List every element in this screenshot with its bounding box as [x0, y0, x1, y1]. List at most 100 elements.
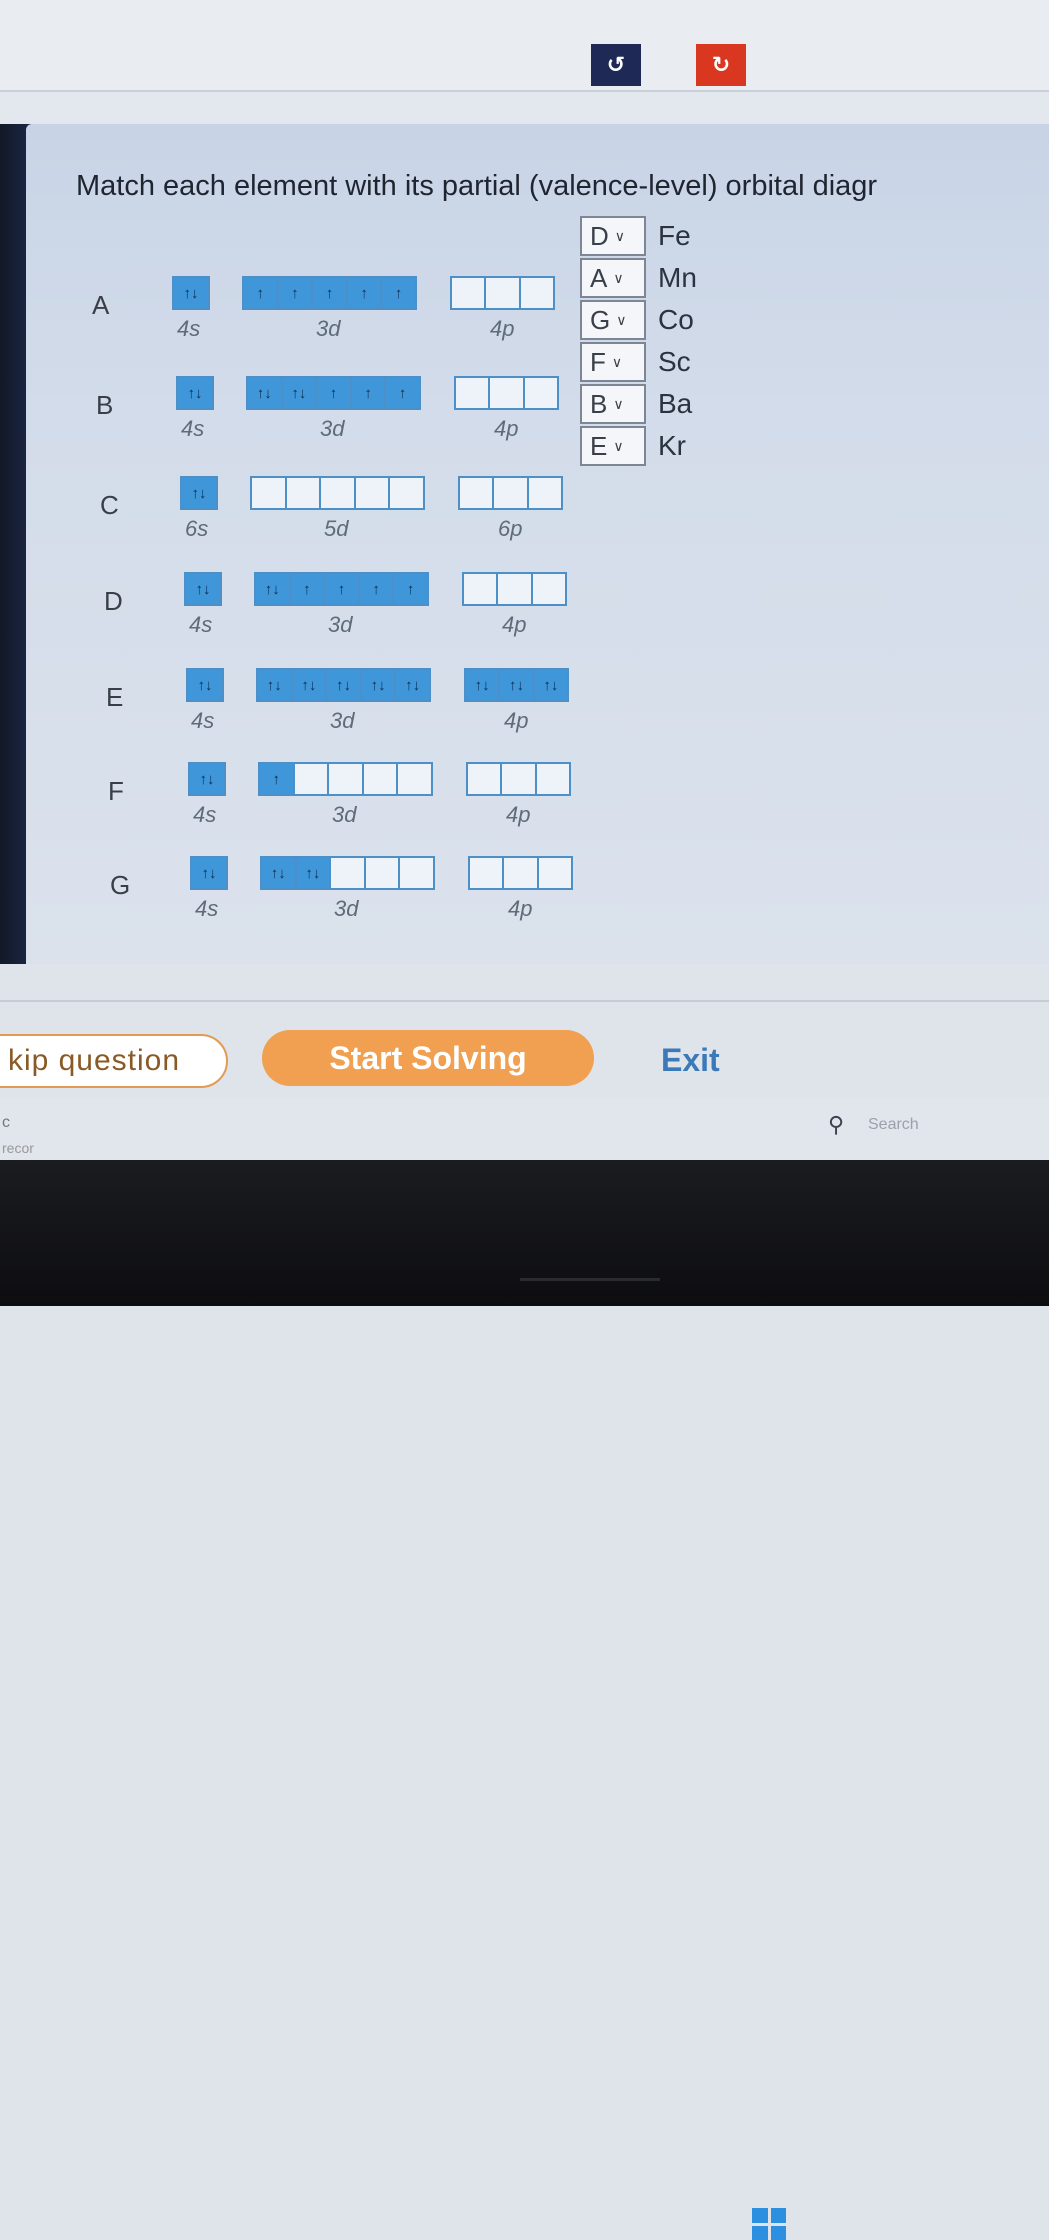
d-orbital-box: ↑↓ ↑↓ ↑ ↑ ↑: [246, 376, 421, 410]
d-orbital-box: ↑↓ ↑↓: [260, 856, 435, 890]
d-orbital-label: 3d: [320, 416, 345, 441]
s-orbital-box: ↑↓: [180, 476, 218, 510]
taskbar-search-input[interactable]: Search: [868, 1116, 919, 1134]
orbital-cell: [331, 858, 366, 888]
match-row: E ∨ Kr: [580, 426, 720, 466]
orbital-cell: [366, 858, 401, 888]
element-symbol: Sc: [658, 346, 691, 377]
p-orbital-box: [462, 572, 567, 606]
d-orbital-label: 3d: [332, 802, 357, 827]
redo-icon[interactable]: ↻: [696, 44, 746, 86]
chevron-down-icon: ∨: [611, 353, 623, 370]
exit-link[interactable]: Exit: [661, 1042, 720, 1079]
d-orbital-box: ↑↓ ↑ ↑ ↑ ↑: [254, 572, 429, 606]
p-orbital-box: [450, 276, 555, 310]
orbital-cell: ↑↓: [396, 670, 429, 700]
orbital-cell: ↑: [359, 574, 395, 604]
orbital-cell: [364, 764, 399, 794]
question-prompt: Match each element with its partial (val…: [76, 170, 878, 202]
s-orbital-box: ↑↓: [186, 668, 224, 702]
match-dropdown[interactable]: B ∨: [580, 384, 646, 424]
orbital-cell: [521, 278, 553, 308]
match-row: G ∨ Co: [580, 300, 720, 340]
d-orbital-label: 3d: [334, 896, 359, 921]
start-solving-button[interactable]: Start Solving: [262, 1030, 594, 1086]
d-orbital-box: ↑ ↑ ↑ ↑ ↑: [242, 276, 417, 310]
orbital-cell: [287, 478, 322, 508]
d-orbital-label: 3d: [328, 612, 353, 637]
orbital-cell: ↑: [382, 278, 415, 308]
match-dropdown[interactable]: A ∨: [580, 258, 646, 298]
p-orbital-label: 4p: [494, 416, 519, 441]
p-orbital-label: 4p: [504, 708, 529, 733]
dropdown-selected-value: F: [590, 346, 606, 377]
match-dropdown[interactable]: D ∨: [580, 216, 646, 256]
dropdown-selected-value: G: [590, 304, 611, 335]
p-orbital-label: 4p: [490, 316, 515, 341]
match-row: D ∨ Fe: [580, 216, 720, 256]
orbital-cell: ↑↓: [327, 670, 362, 700]
orbital-cell: ↑: [260, 764, 295, 794]
orbital-cell: [533, 574, 565, 604]
orbital-cell: ↑↓: [258, 670, 293, 700]
orbital-cell: ↑: [394, 574, 427, 604]
row-letter: B: [96, 390, 114, 420]
orbital-cell: [502, 764, 537, 794]
orbital-cell: [252, 478, 287, 508]
s-orbital-label: 4s: [177, 316, 201, 341]
row-letter: E: [106, 682, 124, 712]
orbital-cell: ↑: [386, 378, 419, 408]
orbital-cell: [470, 858, 505, 888]
orbital-cell: [537, 764, 569, 794]
dropdown-selected-value: E: [590, 430, 608, 461]
orbital-cell: [486, 278, 521, 308]
orbital-cell: ↑: [313, 278, 348, 308]
match-dropdown[interactable]: F ∨: [580, 342, 646, 382]
chevron-down-icon: ∨: [613, 269, 624, 286]
left-taskbar-subtext: recor: [2, 1140, 34, 1156]
row-letter: D: [104, 586, 123, 616]
orbital-cell: [321, 478, 356, 508]
p-orbital-label: 6p: [498, 516, 523, 541]
s-orbital-label: 4s: [193, 802, 217, 827]
orbital-cell: ↑↓: [248, 378, 283, 408]
windows-start-icon[interactable]: [752, 2208, 786, 2240]
match-dropdown[interactable]: E ∨: [580, 426, 646, 466]
dropdown-selected-value: A: [590, 262, 608, 293]
orbital-cell: [490, 378, 525, 408]
d-orbital-label: 3d: [316, 316, 341, 341]
orbital-cell: ↑↓: [190, 764, 224, 794]
orbital-cell: [525, 378, 557, 408]
orbital-cell: [468, 764, 503, 794]
orbital-cell: [456, 378, 491, 408]
s-orbital-label: 4s: [191, 708, 215, 733]
match-dropdown[interactable]: G ∨: [580, 300, 646, 340]
orbital-cell: [464, 574, 499, 604]
s-orbital-label: 6s: [185, 516, 209, 541]
element-symbol: Co: [658, 304, 694, 335]
orbital-cell: ↑↓: [174, 278, 208, 308]
skip-question-button[interactable]: kip question: [0, 1034, 228, 1088]
orbital-cell: [539, 858, 571, 888]
orbital-cell: ↑↓: [500, 670, 535, 700]
orbital-cell: [498, 574, 533, 604]
orbital-cell: [504, 858, 539, 888]
bezel-highlight: [520, 1278, 660, 1281]
orbital-cell: [529, 478, 561, 508]
orbital-cell: [460, 478, 495, 508]
element-symbol: Fe: [658, 220, 691, 251]
orbital-cell: [400, 858, 433, 888]
p-orbital-label: 4p: [506, 802, 531, 827]
undo-icon[interactable]: ↺: [591, 44, 641, 86]
element-symbol: Kr: [658, 430, 686, 461]
toolbar-divider-strip: [0, 92, 1049, 124]
question-panel: [26, 124, 1049, 964]
orbital-cell: ↑: [317, 378, 352, 408]
orbital-cell: ↑↓: [188, 670, 222, 700]
search-icon[interactable]: ⚲: [828, 1112, 844, 1138]
left-taskbar-text: c: [2, 1114, 10, 1131]
row-letter: F: [108, 776, 124, 806]
orbital-cell: [390, 478, 423, 508]
d-orbital-box: ↑: [258, 762, 433, 796]
dropdown-selected-value: D: [590, 220, 609, 251]
